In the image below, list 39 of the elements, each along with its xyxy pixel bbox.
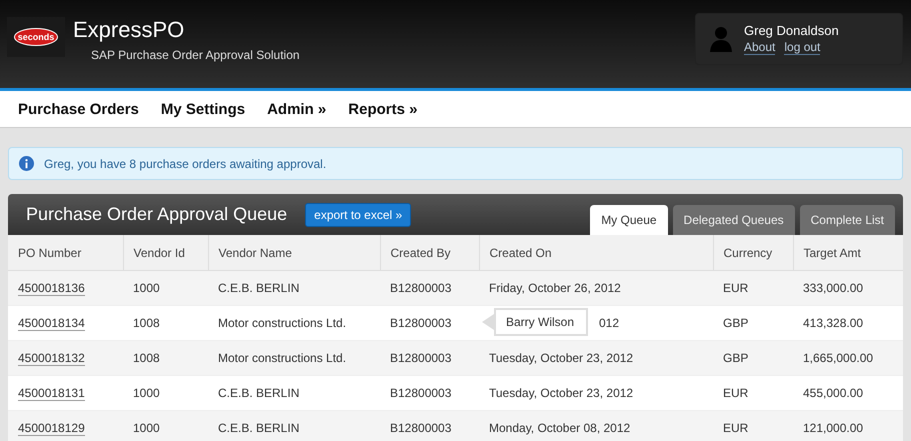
tooltip-pointer-icon	[482, 314, 494, 330]
export-button[interactable]: export to excel »	[305, 202, 412, 226]
po-link[interactable]: 4500018129	[18, 421, 85, 436]
table-cell: C.E.B. BERLIN	[208, 410, 380, 441]
table-cell: 1000	[123, 410, 208, 441]
user-link[interactable]: About	[744, 40, 776, 55]
user-avatar-icon	[710, 26, 732, 52]
queue-tab[interactable]: My Queue	[590, 205, 668, 235]
nav-item[interactable]: My Settings	[160, 100, 246, 118]
po-link[interactable]: 4500018132	[18, 351, 85, 366]
table-cell: 121,000.00	[793, 410, 903, 441]
po-link[interactable]: 4500018134	[18, 316, 85, 331]
nav-item[interactable]: Reports »	[348, 100, 418, 118]
app-title: ExpressPO	[73, 17, 186, 43]
user-name: Greg Donaldson	[744, 23, 839, 38]
queue-tab[interactable]: Delegated Queues	[672, 205, 795, 235]
logo-text: seconds	[14, 28, 58, 46]
table-cell: 012	[599, 316, 620, 330]
column-header[interactable]: Vendor Id	[123, 235, 208, 270]
po-link[interactable]: 4500018136	[18, 281, 85, 296]
table-cell: Monday, October 08, 2012	[479, 410, 713, 441]
column-header[interactable]: Vendor Name	[208, 235, 380, 270]
alert-message: Greg, you have 8 purchase orders awaiting approval.	[44, 156, 326, 170]
table-cell: B12800003	[380, 410, 479, 441]
column-header[interactable]: Created By	[380, 235, 479, 270]
table-cell: EUR	[713, 410, 793, 441]
column-header[interactable]: Currency	[713, 235, 793, 270]
tooltip: Barry Wilson	[494, 308, 588, 336]
queue-tab[interactable]: Complete List	[800, 205, 895, 235]
queue-title: Purchase Order Approval Queue	[26, 204, 288, 225]
column-header[interactable]: PO Number	[8, 235, 123, 270]
info-icon	[19, 156, 34, 171]
column-header[interactable]: Target Amt	[793, 235, 903, 270]
column-header[interactable]: Created On	[479, 235, 713, 270]
nav-item[interactable]: Purchase Orders	[18, 100, 139, 118]
nav-item[interactable]: Admin »	[267, 100, 326, 118]
po-link[interactable]: 4500018131	[18, 386, 85, 401]
user-link[interactable]: log out	[784, 40, 820, 55]
app-subtitle: SAP Purchase Order Approval Solution	[91, 48, 300, 62]
